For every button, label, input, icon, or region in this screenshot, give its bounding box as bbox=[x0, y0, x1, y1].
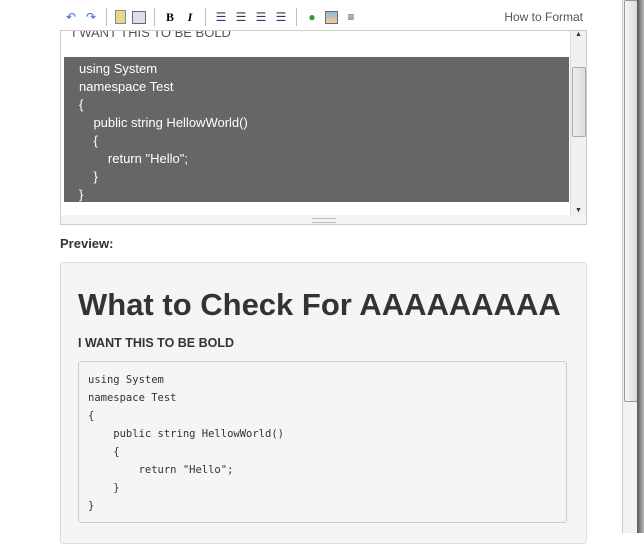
outdent-icon[interactable]: ☰ bbox=[254, 10, 268, 24]
horizontal-rule-icon[interactable]: ≡ bbox=[344, 10, 358, 24]
numbered-list-icon[interactable]: ☰ bbox=[234, 10, 248, 24]
editor-resize-grip[interactable] bbox=[60, 215, 587, 225]
editor-scrollbar-thumb[interactable] bbox=[572, 67, 586, 137]
toolbar-divider bbox=[154, 8, 155, 26]
editor-code-selection: using System namespace Test { public str… bbox=[64, 57, 569, 202]
redo-icon[interactable]: ↷ bbox=[84, 10, 98, 24]
bullet-list-icon[interactable]: ☰ bbox=[214, 10, 228, 24]
editor-toolbar: ↶ ↷ B I ☰ ☰ ☰ ☰ ● ≡ bbox=[64, 8, 358, 26]
page-scrollbar[interactable] bbox=[622, 0, 638, 533]
paragraph-icon[interactable] bbox=[115, 10, 126, 24]
italic-icon[interactable]: I bbox=[183, 10, 197, 24]
preview-label: Preview: bbox=[60, 236, 114, 251]
editor-text-line: I WANT THIS TO BE BOLD bbox=[72, 30, 231, 40]
how-to-format-link[interactable]: How to Format bbox=[504, 10, 583, 24]
preview-bold-text: I WANT THIS TO BE BOLD bbox=[78, 336, 235, 350]
preview-heading: What to Check For AAAAAAAAA bbox=[78, 287, 561, 322]
preview-code-block: using System namespace Test { public str… bbox=[78, 361, 567, 523]
image-icon[interactable] bbox=[325, 10, 338, 24]
preview-pane: What to Check For AAAAAAAAA I WANT THIS … bbox=[60, 262, 587, 544]
undo-icon[interactable]: ↶ bbox=[64, 10, 78, 24]
markdown-editor[interactable]: I WANT THIS TO BE BOLD using System name… bbox=[60, 30, 587, 217]
bold-icon[interactable]: B bbox=[163, 10, 177, 24]
code-block-icon[interactable] bbox=[132, 10, 146, 24]
scroll-up-icon[interactable]: ▲ bbox=[571, 31, 586, 38]
toolbar-divider bbox=[296, 8, 297, 26]
toolbar-divider bbox=[106, 8, 107, 26]
toolbar-divider bbox=[205, 8, 206, 26]
editor-scrollbar[interactable]: ▲ ▼ bbox=[570, 31, 586, 216]
indent-icon[interactable]: ☰ bbox=[274, 10, 288, 24]
window-shadow bbox=[637, 0, 644, 533]
scroll-down-icon[interactable]: ▼ bbox=[571, 207, 586, 214]
page-scrollbar-thumb[interactable] bbox=[624, 0, 638, 402]
link-icon[interactable]: ● bbox=[305, 10, 319, 24]
